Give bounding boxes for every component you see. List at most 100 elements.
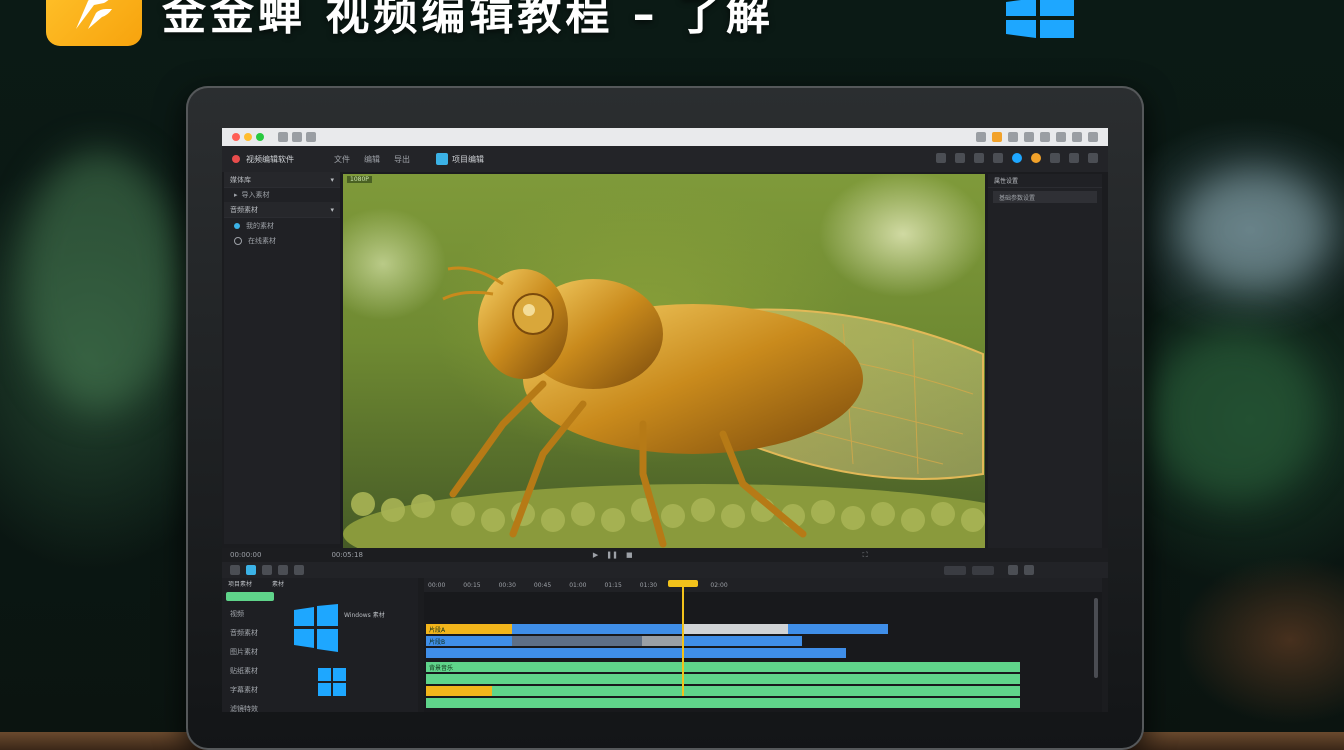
timeline-panel[interactable]: 00:00 00:15 00:30 00:45 01:00 01:15 01:3… bbox=[424, 578, 1102, 712]
stop-button[interactable]: ■ bbox=[626, 551, 633, 559]
video-preview[interactable]: 1080P bbox=[343, 174, 985, 548]
export-icon[interactable] bbox=[1024, 565, 1034, 575]
clip-green[interactable]: 背景音乐 bbox=[426, 662, 1020, 672]
folder-icon bbox=[234, 222, 240, 229]
clip-green[interactable] bbox=[426, 698, 1020, 708]
assets-header: 项目素材 bbox=[228, 581, 253, 588]
project-icon bbox=[436, 153, 448, 165]
clip-blue[interactable]: 片段B bbox=[426, 636, 512, 646]
plant-blur-left bbox=[20, 150, 180, 410]
section-label: 媒体库 bbox=[230, 175, 251, 184]
undo-icon[interactable] bbox=[278, 565, 288, 575]
account-icon[interactable] bbox=[1012, 153, 1022, 163]
share-icon[interactable] bbox=[993, 153, 1003, 163]
tray-icon[interactable] bbox=[1072, 132, 1082, 142]
clip-blue[interactable] bbox=[426, 648, 846, 658]
asset-row-video[interactable]: 视频 bbox=[226, 604, 296, 623]
section-audio[interactable]: 音频素材 ▾ bbox=[224, 202, 340, 218]
windows-small-icon[interactable] bbox=[318, 668, 348, 698]
project-tab[interactable]: 项目编辑 bbox=[436, 153, 484, 165]
nav-icon[interactable] bbox=[292, 132, 302, 142]
clip-yellow[interactable]: 片段A bbox=[426, 624, 512, 634]
properties-header: 属性设置 bbox=[988, 174, 1102, 188]
import-item[interactable]: ▸ 导入素材 bbox=[224, 188, 340, 202]
vip-icon[interactable] bbox=[1031, 153, 1041, 163]
clip-label: 片段A bbox=[429, 626, 446, 634]
nav-icon[interactable] bbox=[306, 132, 316, 142]
basic-params-item[interactable]: 基础参数设置 bbox=[993, 191, 1097, 203]
asset-row-audio[interactable]: 音频素材 bbox=[226, 623, 296, 642]
fullscreen-icon[interactable]: ⛶ bbox=[863, 551, 868, 560]
menu-edit[interactable]: 编辑 bbox=[364, 154, 380, 165]
chevron-down-icon: ▾ bbox=[330, 205, 334, 214]
clip-gray[interactable] bbox=[684, 624, 788, 634]
layout-icon[interactable] bbox=[955, 153, 965, 163]
ruler-label: 01:30 bbox=[639, 581, 658, 589]
my-assets-link[interactable]: 我的素材 bbox=[224, 218, 340, 233]
plant-blur-right bbox=[1150, 330, 1320, 500]
ruler-label: 00:45 bbox=[533, 581, 552, 589]
menu-file[interactable]: 文件 bbox=[334, 154, 350, 165]
cut-icon[interactable] bbox=[230, 565, 240, 575]
record-icon[interactable] bbox=[232, 155, 240, 163]
ruler-label: 00:30 bbox=[498, 581, 516, 589]
window-icon[interactable] bbox=[1069, 153, 1079, 163]
time-ruler[interactable]: 00:00 00:15 00:30 00:45 01:00 01:15 01:3… bbox=[424, 578, 1102, 592]
grid-icon[interactable] bbox=[974, 153, 984, 163]
tray-icon[interactable] bbox=[976, 132, 986, 142]
close-icon[interactable] bbox=[1088, 153, 1098, 163]
editor-screen: 视频编辑软件 文件 编辑 导出 项目编辑 媒体库 ▾ ▸ 导入素材 音频素材 ▾… bbox=[222, 128, 1108, 712]
ruler-label: 01:00 bbox=[569, 581, 587, 589]
settings-icon[interactable] bbox=[936, 153, 946, 163]
clip-blue[interactable] bbox=[788, 624, 888, 634]
zoom-out-button[interactable] bbox=[944, 565, 966, 575]
clip-blue[interactable] bbox=[512, 624, 684, 634]
tray-icon[interactable] bbox=[1040, 132, 1050, 142]
tray-icon[interactable] bbox=[1056, 132, 1066, 142]
playback-controls: 00:00:00 00:05:18 ▶ ❚❚ ■ ⛶ bbox=[222, 548, 1108, 562]
asset-row-filter[interactable]: 滤镜特效 bbox=[226, 699, 296, 713]
ruler-label: 00:00 bbox=[428, 581, 446, 589]
total-time: 00:05:18 bbox=[331, 551, 363, 559]
zoom-in-button[interactable] bbox=[972, 565, 994, 575]
close-window-button[interactable] bbox=[232, 133, 240, 141]
clip-green[interactable] bbox=[426, 674, 1020, 684]
active-tab-indicator[interactable] bbox=[226, 592, 274, 601]
windows-thumbnail-icon[interactable] bbox=[292, 604, 340, 652]
clip-green[interactable] bbox=[492, 686, 1020, 696]
app-name: 视频编辑软件 bbox=[246, 154, 294, 164]
clip-gray[interactable] bbox=[642, 636, 682, 646]
section-media-library[interactable]: 媒体库 ▾ bbox=[224, 172, 340, 188]
clip-yellow[interactable] bbox=[426, 686, 492, 696]
ruler-label: 00:15 bbox=[463, 581, 481, 589]
link-label: 我的素材 bbox=[246, 221, 274, 230]
clip-dark[interactable] bbox=[512, 636, 642, 646]
playhead[interactable] bbox=[682, 584, 684, 696]
tray-icon[interactable] bbox=[1024, 132, 1034, 142]
light-blur-right bbox=[1180, 170, 1330, 290]
redo-icon[interactable] bbox=[294, 565, 304, 575]
assets-tag[interactable]: 素材 bbox=[272, 579, 284, 588]
project-assets-panel: 项目素材 素材 视频 音频素材 图片素材 贴纸素材 字幕素材 滤镜特效 Wind… bbox=[222, 578, 418, 712]
settings-icon[interactable] bbox=[1008, 565, 1018, 575]
clip-label: 背景音乐 bbox=[429, 664, 454, 672]
play-button[interactable]: ▶ bbox=[593, 551, 598, 559]
select-icon[interactable] bbox=[246, 565, 256, 575]
maximize-window-button[interactable] bbox=[256, 133, 264, 141]
tray-icon[interactable] bbox=[1008, 132, 1018, 142]
nav-icon[interactable] bbox=[278, 132, 288, 142]
chevron-down-icon: ▾ bbox=[330, 175, 334, 184]
minimize-window-button[interactable] bbox=[244, 133, 252, 141]
vertical-scrollbar[interactable] bbox=[1094, 598, 1098, 678]
menu-export[interactable]: 导出 bbox=[394, 154, 410, 165]
split-icon[interactable] bbox=[262, 565, 272, 575]
clip-blue[interactable] bbox=[682, 636, 802, 646]
help-icon[interactable] bbox=[1050, 153, 1060, 163]
asset-row-subtitle[interactable]: 字幕素材 bbox=[226, 680, 296, 699]
tray-icon[interactable] bbox=[1088, 132, 1098, 142]
online-assets-link[interactable]: 在线素材 bbox=[224, 233, 340, 248]
asset-row-sticker[interactable]: 贴纸素材 bbox=[226, 661, 296, 680]
pause-button[interactable]: ❚❚ bbox=[606, 551, 618, 559]
tray-icon[interactable] bbox=[992, 132, 1002, 142]
asset-row-image[interactable]: 图片素材 bbox=[226, 642, 296, 661]
